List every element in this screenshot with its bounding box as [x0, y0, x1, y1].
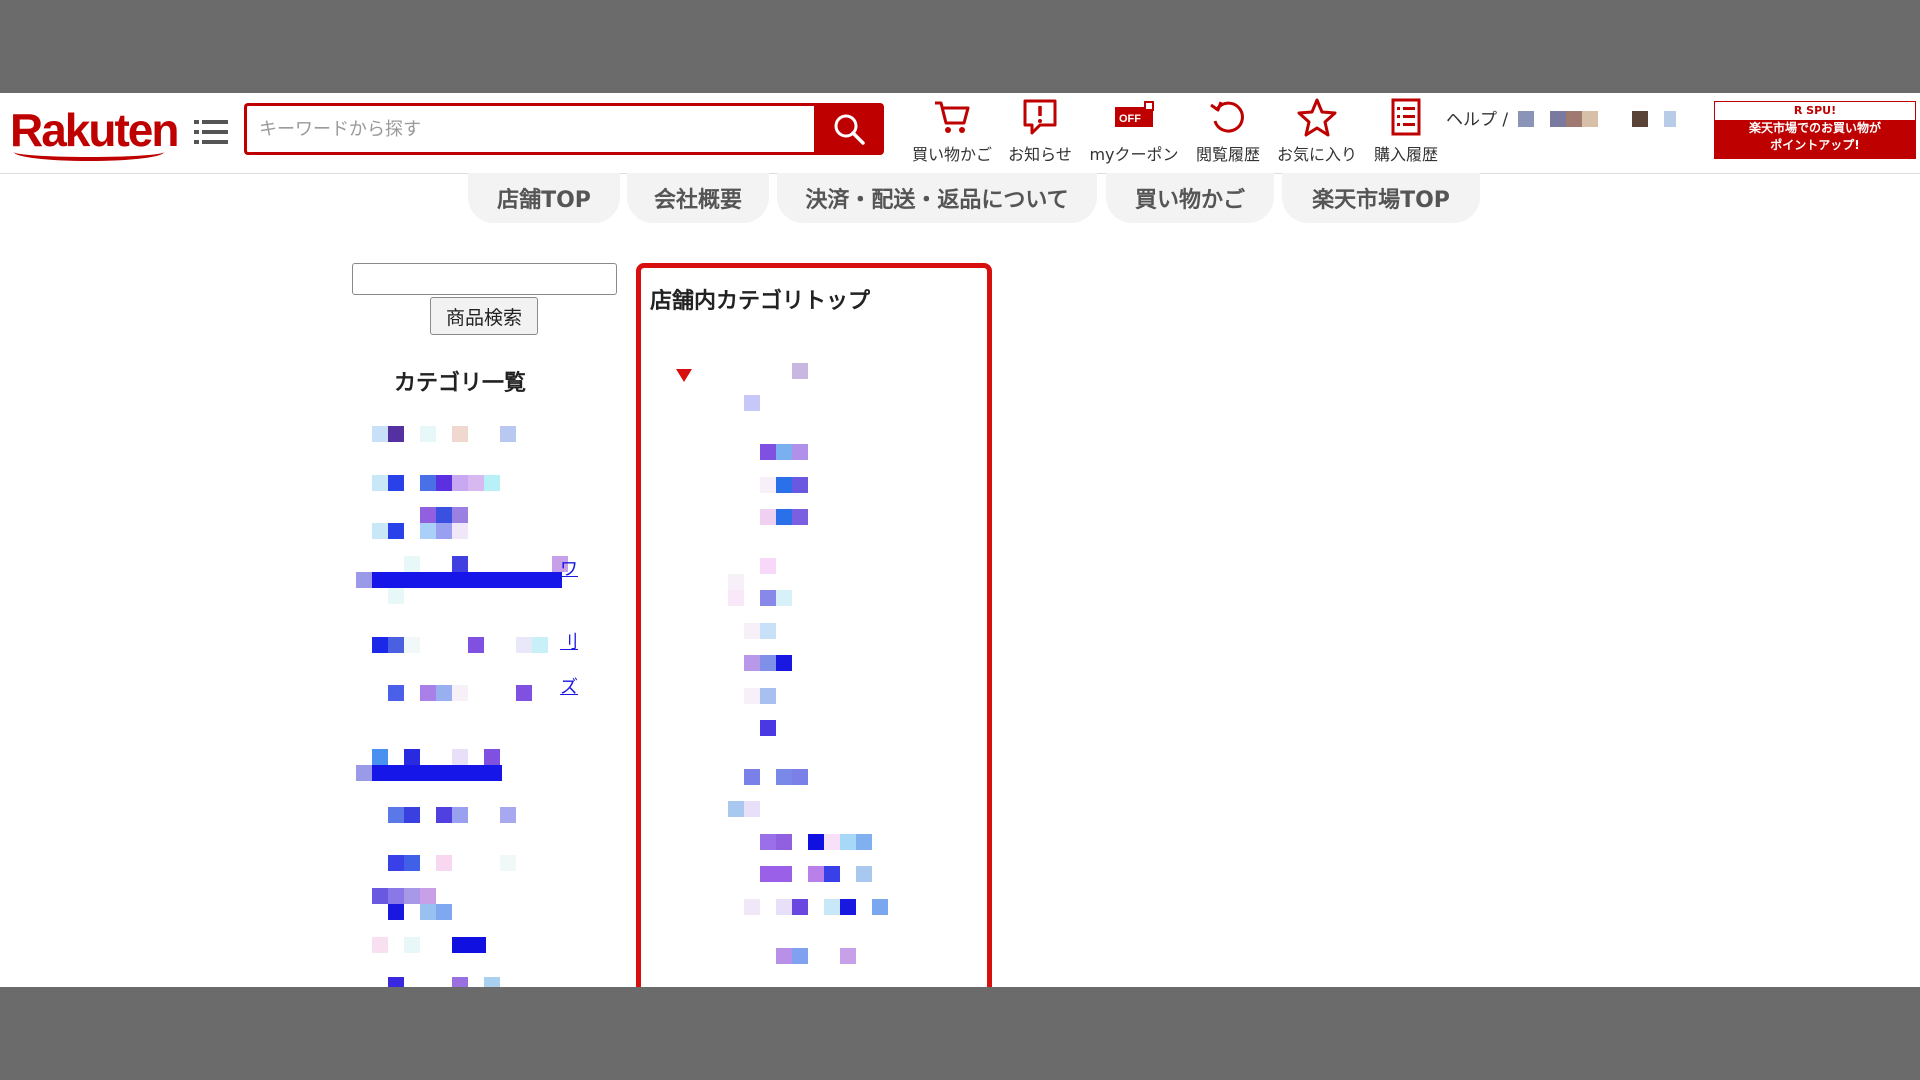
- nav-history-label: 閲覧履歴: [1195, 145, 1260, 164]
- pixelated-user-area: [1518, 111, 1678, 127]
- spu-line2: ポイントアップ!: [1770, 138, 1860, 152]
- spu-line1: 楽天市場でのお買い物が: [1748, 121, 1881, 135]
- nav-coupon-label: myクーポン: [1089, 145, 1179, 164]
- cart-icon: [935, 101, 970, 133]
- coupon-icon: OFF: [1115, 101, 1154, 127]
- history-icon: [1210, 101, 1244, 133]
- nav-coupon[interactable]: OFF myクーポン: [1086, 97, 1182, 165]
- purchase-history-icon: [1391, 98, 1421, 136]
- category-link-fragment[interactable]: ズ: [560, 673, 578, 699]
- page: Rakuten 買い物かご: [0, 93, 1920, 987]
- nav-notifications-label: お知らせ: [1008, 145, 1072, 164]
- nav-purchase-history-label: 購入履歴: [1373, 145, 1438, 164]
- expand-triangle-icon[interactable]: [676, 369, 692, 382]
- notification-icon: [1023, 99, 1057, 135]
- nav-favorites-label: お気に入り: [1276, 145, 1357, 164]
- search-box: [244, 103, 818, 155]
- product-search-button[interactable]: 商品検索: [430, 297, 538, 335]
- nav-cart[interactable]: 買い物かご: [904, 97, 1000, 165]
- spu-banner[interactable]: R SPU! 楽天市場でのお買い物が ポイントアップ!: [1714, 101, 1916, 159]
- search-input[interactable]: [247, 106, 807, 152]
- sidebar-search-input[interactable]: [352, 263, 617, 295]
- search-icon: [834, 114, 865, 145]
- nav-notifications[interactable]: お知らせ: [1004, 97, 1076, 165]
- global-header: Rakuten 買い物かご: [0, 93, 1920, 174]
- tab-company[interactable]: 会社概要: [627, 173, 769, 223]
- category-link-fragment[interactable]: ワ: [560, 555, 578, 581]
- search-button[interactable]: [814, 103, 884, 155]
- category-link-fragment[interactable]: 刂: [560, 628, 578, 654]
- store-category-title: 店舗内カテゴリトップ: [650, 289, 871, 314]
- tab-rakuten-top[interactable]: 楽天市場TOP: [1282, 173, 1480, 223]
- help-link[interactable]: ヘルプ /: [1446, 105, 1508, 130]
- nav-favorites[interactable]: お気に入り: [1270, 97, 1364, 165]
- logo-swoosh: [14, 143, 164, 161]
- tab-shop-top[interactable]: 店舗TOP: [468, 173, 620, 223]
- nav-purchase-history[interactable]: 購入履歴: [1368, 97, 1444, 165]
- pixelated-link-bar[interactable]: [372, 765, 502, 781]
- category-list-title: カテゴリ一覧: [394, 371, 527, 396]
- nav-cart-label: 買い物かご: [911, 145, 992, 164]
- menu-icon[interactable]: [194, 115, 228, 149]
- tab-cart[interactable]: 買い物かご: [1106, 173, 1274, 223]
- spu-title: R SPU!: [1715, 102, 1915, 120]
- tab-payment-shipping[interactable]: 決済・配送・返品について: [777, 173, 1097, 223]
- nav-history[interactable]: 閲覧履歴: [1190, 97, 1266, 165]
- coupon-badge-text: OFF: [1119, 113, 1141, 125]
- star-icon: [1297, 98, 1337, 137]
- pixelated-link-bar[interactable]: [372, 572, 562, 588]
